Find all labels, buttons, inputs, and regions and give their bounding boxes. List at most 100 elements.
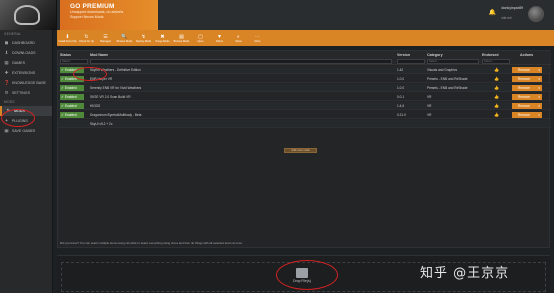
header-endorsed[interactable]: Endorsed bbox=[482, 53, 499, 57]
chevron-down-icon[interactable]: ▾ bbox=[538, 67, 540, 73]
top-bar: GO PREMIUM Uncapped downloads, no advert… bbox=[0, 0, 554, 30]
bell-icon[interactable]: 🔔 bbox=[489, 9, 496, 16]
status-toggle[interactable]: Enabled bbox=[60, 112, 84, 118]
sidebar-item-extensions[interactable]: ✚ EXTENSIONS bbox=[0, 68, 52, 78]
sidebar-item-games[interactable]: ▦ GAMES bbox=[0, 58, 52, 68]
toolbar-button-10[interactable]: ⋯ More bbox=[251, 34, 264, 43]
remove-button[interactable]: Remove ▾ bbox=[512, 85, 542, 91]
table-row[interactable]: Enabled Serenity ENB VR for Vivid Weather… bbox=[58, 84, 551, 92]
remove-button[interactable]: Remove ▾ bbox=[512, 103, 542, 109]
status-toggle[interactable]: Enabled bbox=[60, 103, 84, 109]
endorse-icon[interactable]: 👍 bbox=[494, 94, 499, 99]
remove-button[interactable]: Remove ▾ bbox=[512, 94, 542, 100]
toolbar-label: More bbox=[254, 39, 261, 43]
toolbar-button-8[interactable]: ▼ Filters bbox=[213, 34, 226, 43]
filter-category[interactable]: Select... bbox=[427, 59, 479, 64]
mod-version: 0.21.0 bbox=[397, 113, 406, 117]
premium-banner[interactable]: GO PREMIUM Uncapped downloads, no advert… bbox=[60, 0, 158, 30]
remove-label: Remove bbox=[518, 95, 530, 99]
mod-version: 1.4.6 bbox=[397, 104, 405, 108]
toolbar-button-3[interactable]: 🔍 Browse Mods bbox=[117, 34, 133, 43]
toolbar-label: Managed bbox=[100, 39, 111, 43]
endorse-icon[interactable]: 👍 bbox=[494, 103, 499, 108]
sidebar-item-label: SAVE GAMES bbox=[12, 129, 36, 133]
chevron-down-icon[interactable]: ▾ bbox=[538, 103, 540, 109]
mod-version: 0.0.1 bbox=[397, 95, 405, 99]
remove-button[interactable]: Remove ▾ bbox=[512, 76, 542, 82]
header-status[interactable]: Status bbox=[60, 53, 71, 57]
user-area[interactable]: 🔔 donkyinpar89 site ext bbox=[489, 6, 544, 22]
filter-mod-name[interactable] bbox=[90, 59, 392, 64]
endorse-icon[interactable]: 👍 bbox=[494, 112, 499, 117]
mod-name: SkyUI v5.2 + 2c bbox=[90, 122, 113, 126]
sidebar-item-settings[interactable]: ⚙ SETTINGS bbox=[0, 88, 52, 98]
chevron-down-icon[interactable]: ▾ bbox=[538, 94, 540, 100]
mod-category: VR bbox=[427, 104, 432, 108]
toolbar-button-6[interactable]: ▤ Browse Mods bbox=[173, 34, 190, 43]
sidebar-item-downloads[interactable]: ⬇ DOWNLOADS bbox=[0, 48, 52, 58]
sidebar-item-label: DASHBOARD bbox=[12, 41, 35, 45]
banner-title: GO PREMIUM bbox=[70, 3, 115, 10]
banner-line-2: Support Nexus Mods bbox=[70, 15, 104, 19]
mod-category: Visuals and Graphics bbox=[427, 68, 458, 72]
username: donkyinpar89 bbox=[501, 6, 523, 10]
chevron-down-icon[interactable]: ▾ bbox=[538, 85, 540, 91]
mod-name: SKSE VR 2.0 Scan Build VR bbox=[90, 95, 131, 99]
chevron-down-icon[interactable]: ▾ bbox=[538, 112, 540, 118]
header-category[interactable]: Category bbox=[427, 53, 443, 57]
add-more-mods-button[interactable]: Add more mods bbox=[284, 148, 317, 153]
table-row[interactable]: Enabled Dragonborn/SymbolMultibody - Beta… bbox=[58, 111, 551, 119]
annotation-circle-drop bbox=[276, 260, 338, 290]
filter-endorsed[interactable]: Select... bbox=[482, 59, 510, 64]
toolbar-button-7[interactable]: ▢ Open bbox=[194, 34, 207, 43]
toolbar-label: Deploy Mods bbox=[135, 39, 152, 43]
sidebar-item-label: EXTENSIONS bbox=[12, 71, 36, 75]
toolbar-label: Install From File bbox=[58, 39, 77, 43]
sidebar-heading-general: GENERAL bbox=[4, 32, 22, 36]
mod-version: 1.0.0 bbox=[397, 86, 405, 90]
toolbar-button-9[interactable]: ◐ Show bbox=[232, 34, 245, 43]
toolbar-label: Show bbox=[235, 39, 242, 43]
endorse-icon[interactable]: 👍 bbox=[494, 76, 499, 81]
table-row[interactable]: SkyUI v5.2 + 2c bbox=[58, 120, 551, 128]
toolbar-button-5[interactable]: ✖ Purge Mods bbox=[156, 34, 170, 43]
remove-label: Remove bbox=[518, 113, 530, 117]
mod-version: 1.42 bbox=[397, 68, 404, 72]
table-row[interactable]: Enabled HIGGS 1.4.6 VR 👍 Remove ▾ bbox=[58, 102, 551, 110]
endorse-icon[interactable]: 👍 bbox=[494, 67, 499, 72]
header-version[interactable]: Version bbox=[397, 53, 410, 57]
remove-button[interactable]: Remove ▾ bbox=[512, 112, 542, 118]
endorse-icon[interactable]: 👍 bbox=[494, 85, 499, 90]
mod-name: HIGGS bbox=[90, 104, 101, 108]
toolbar-button-1[interactable]: ↻ Check for Up bbox=[79, 34, 94, 43]
status-toggle[interactable]: Enabled bbox=[60, 85, 84, 91]
header-mod-name[interactable]: Mod Name bbox=[90, 53, 108, 57]
sidebar-item-save-games[interactable]: ▣ SAVE GAMES bbox=[0, 126, 52, 136]
sidebar-item-dashboard[interactable]: ◼ DASHBOARD bbox=[0, 38, 52, 48]
sidebar-item-label: KNOWLEDGE BASE bbox=[12, 81, 46, 85]
remove-button[interactable]: Remove ▾ bbox=[512, 67, 542, 73]
toolbar-button-0[interactable]: ⬇ Install From File bbox=[58, 34, 77, 43]
filter-version[interactable] bbox=[397, 59, 425, 64]
filter-status[interactable]: Select... bbox=[60, 59, 88, 64]
remove-label: Remove bbox=[518, 104, 530, 108]
toolbar-button-2[interactable]: ☰ Managed bbox=[99, 34, 112, 43]
status-toggle[interactable]: Enabled bbox=[60, 94, 84, 100]
header-actions: Actions bbox=[520, 53, 534, 57]
table-row[interactable]: EnabledSkyrim Weathers - Definitive Edit… bbox=[58, 66, 551, 74]
sidebar-icon: ▦ bbox=[4, 60, 9, 65]
sidebar-icon: ✚ bbox=[4, 70, 9, 75]
chevron-down-icon[interactable]: ▾ bbox=[538, 76, 540, 82]
mods-toolbar: ⬇ Install From File ↻ Check for Up ☰ Managed 🔍… bbox=[57, 30, 554, 46]
game-logo[interactable] bbox=[0, 0, 57, 30]
avatar[interactable] bbox=[528, 6, 544, 22]
annotation-circle-mods bbox=[1, 109, 35, 127]
table-row[interactable]: EnabledENB Helper VR1.0.0Presets - ENB a… bbox=[58, 75, 551, 83]
toolbar-button-4[interactable]: ↯ Deploy Mods bbox=[135, 34, 152, 43]
sidebar-icon: ▣ bbox=[4, 128, 9, 133]
sidebar-item-knowledge-base[interactable]: ❓ KNOWLEDGE BASE bbox=[0, 78, 52, 88]
mods-table: Status Mod Name Version Category Endorse… bbox=[57, 50, 551, 248]
mod-category: Presets - ENB and ReShade bbox=[427, 77, 468, 81]
table-row[interactable]: Enabled SKSE VR 2.0 Scan Build VR 0.0.1 VR 👍… bbox=[58, 93, 551, 101]
toolbar-label: Browse Mods bbox=[173, 39, 190, 43]
